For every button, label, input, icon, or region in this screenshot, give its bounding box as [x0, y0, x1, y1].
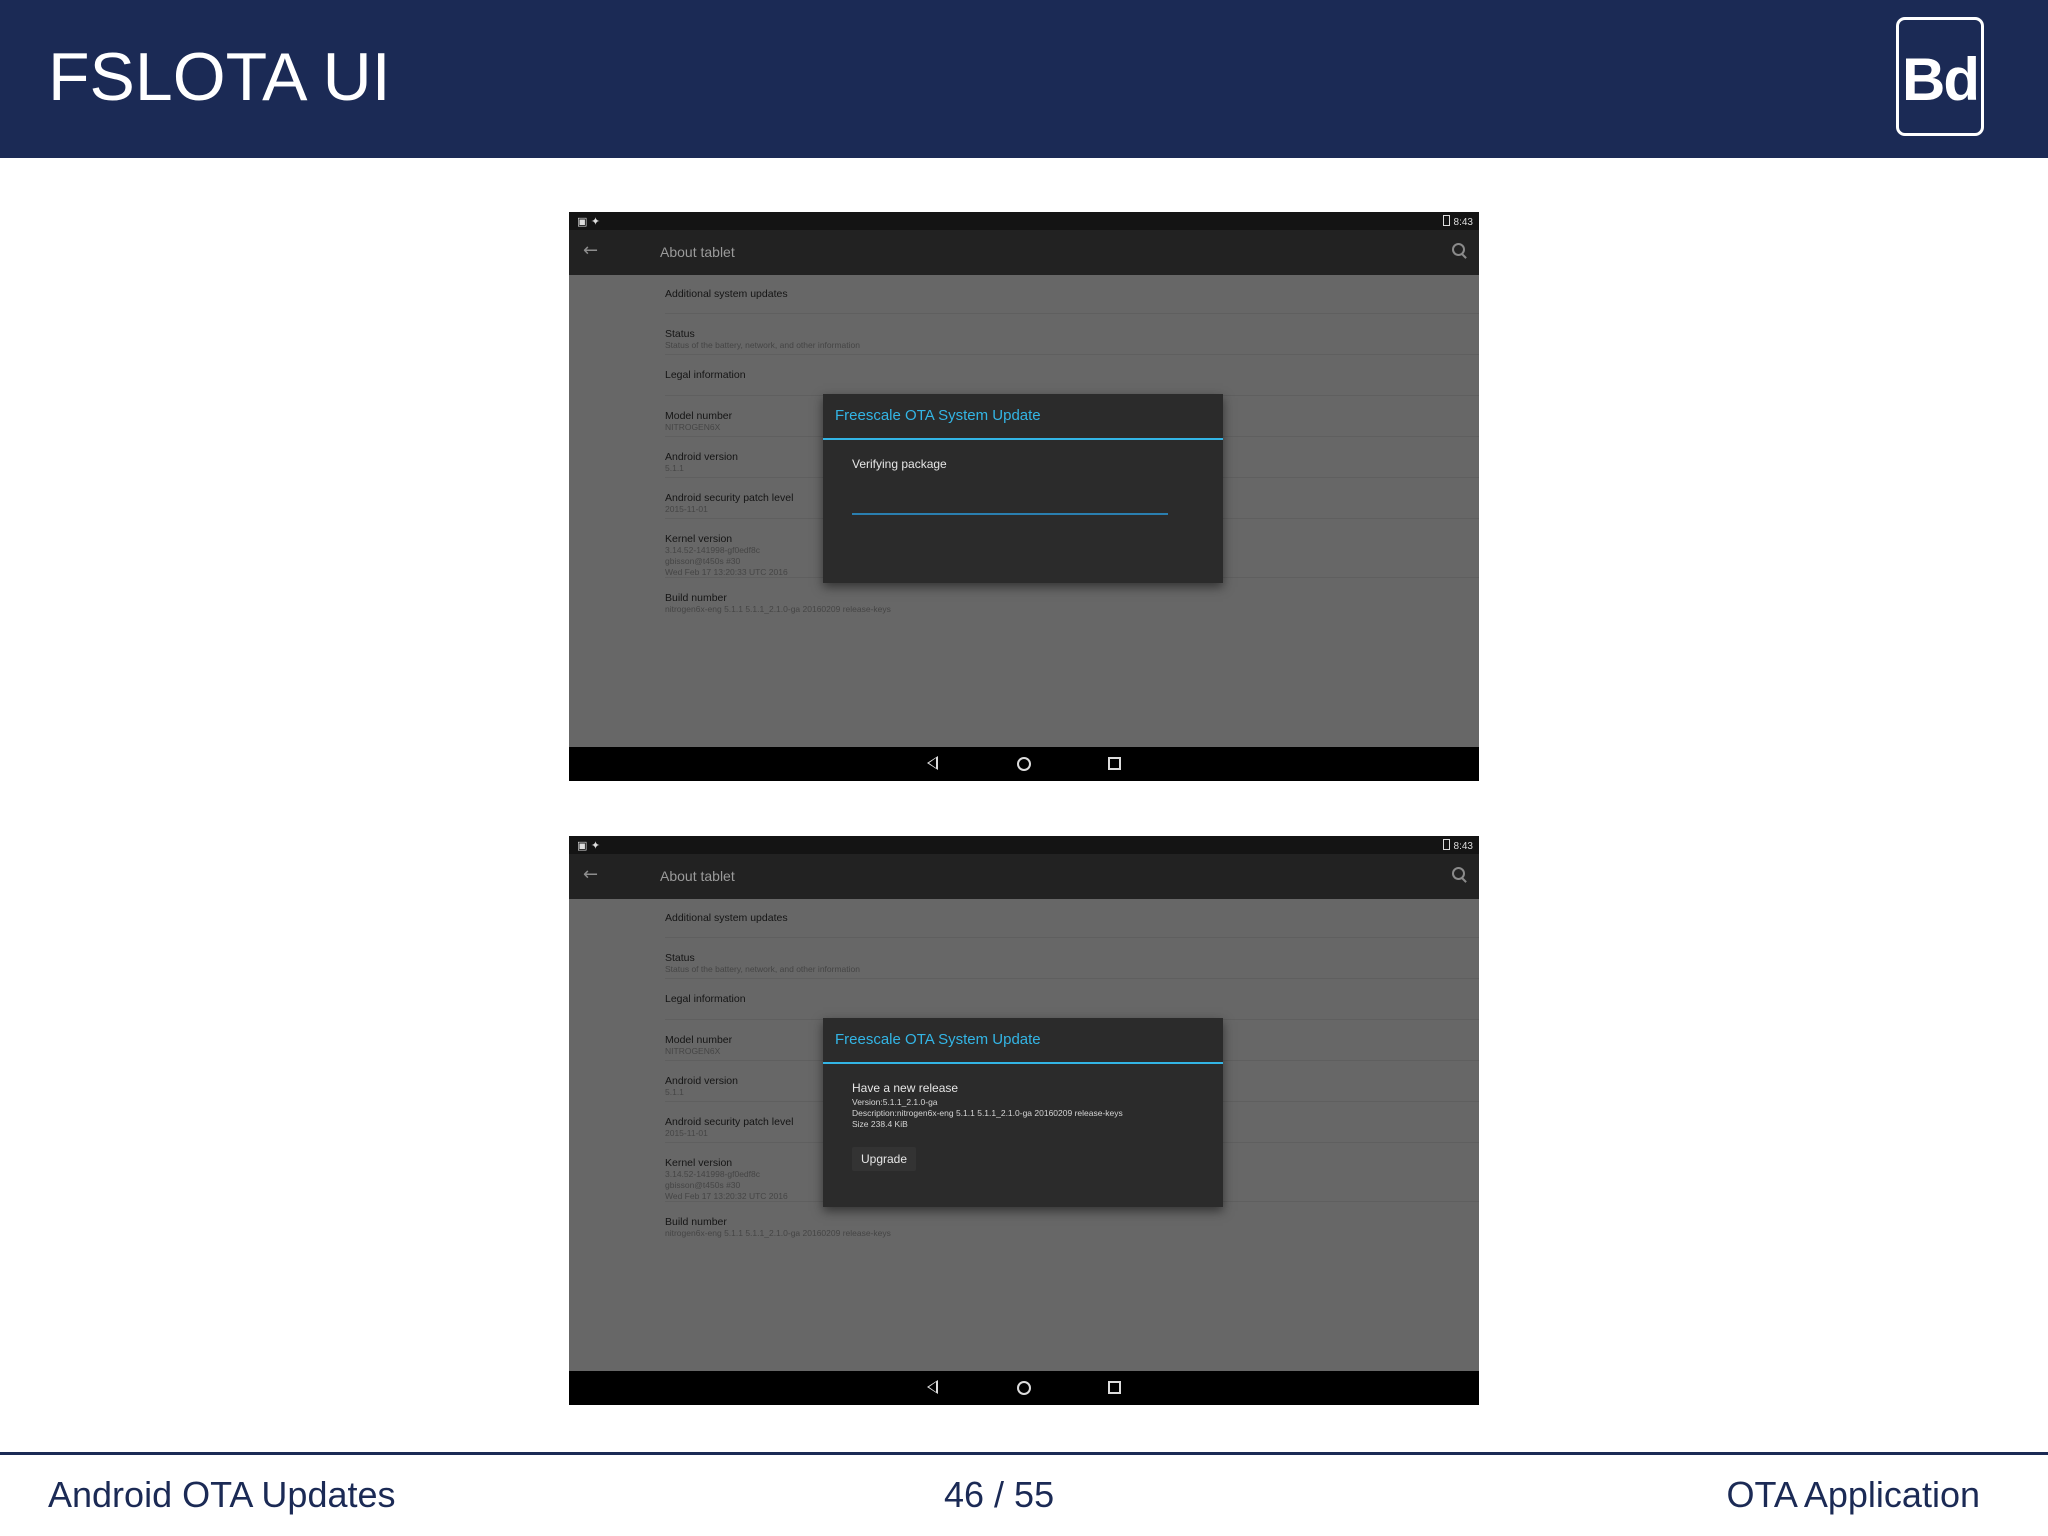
- upgrade-button[interactable]: Upgrade: [852, 1147, 917, 1171]
- pref-title: Additional system updates: [665, 288, 788, 300]
- pref-title: Status: [665, 328, 695, 340]
- pref-status[interactable]: Status Status of the battery, network, an…: [665, 938, 1479, 979]
- slide-header: FSLOTA UI Bd: [0, 0, 2048, 158]
- ota-dialog: Freescale OTA System Update Verifying pa…: [823, 394, 1223, 583]
- arrow-left-icon[interactable]: ←: [583, 240, 598, 261]
- nav-recents-icon[interactable]: [1108, 757, 1121, 770]
- nav-recents-icon[interactable]: [1108, 1381, 1121, 1394]
- status-time: 8:43: [1453, 841, 1473, 852]
- pref-build[interactable]: Build number nitrogen6x-eng 5.1.1 5.1.1_2…: [665, 578, 1479, 618]
- notification-icons: ▣ ✦: [577, 839, 601, 852]
- pref-summary: Status of the battery, network, and othe…: [665, 964, 860, 974]
- tablet-screenshot-new-release: ▣ ✦ 8:43 ← About tablet Additional syste…: [569, 836, 1479, 1405]
- navigation-bar: [569, 1371, 1479, 1405]
- pref-summary: Status of the battery, network, and othe…: [665, 340, 860, 350]
- arrow-left-icon[interactable]: ←: [583, 864, 598, 885]
- pref-build[interactable]: Build number nitrogen6x-eng 5.1.1 5.1.1_2…: [665, 1202, 1479, 1242]
- status-time: 8:43: [1453, 217, 1473, 228]
- pref-additional-updates[interactable]: Additional system updates: [665, 275, 1479, 314]
- boundary-devices-logo: Bd: [1896, 17, 1984, 136]
- pref-title: Legal information: [665, 369, 746, 381]
- notification-icons: ▣ ✦: [577, 215, 601, 228]
- pref-title: Status: [665, 952, 695, 964]
- navigation-bar: [569, 747, 1479, 781]
- pref-additional-updates[interactable]: Additional system updates: [665, 899, 1479, 938]
- footer-section-title: OTA Application: [1726, 1474, 1980, 1515]
- nav-home-icon[interactable]: [1017, 1381, 1031, 1395]
- dialog-title: Freescale OTA System Update: [823, 1018, 1223, 1064]
- slide-title: FSLOTA UI: [48, 39, 391, 115]
- status-bar: ▣ ✦ 8:43: [569, 212, 1479, 230]
- nav-back-icon[interactable]: [927, 756, 938, 770]
- release-details: Version:5.1.1_2.1.0-ga Description:nitro…: [852, 1097, 1123, 1129]
- app-bar: ← About tablet: [569, 854, 1479, 899]
- appbar-title: About tablet: [660, 244, 735, 260]
- status-bar: ▣ ✦ 8:43: [569, 836, 1479, 854]
- battery-icon: [1442, 839, 1450, 850]
- pref-title: Legal information: [665, 993, 746, 1005]
- nav-home-icon[interactable]: [1017, 757, 1031, 771]
- appbar-title: About tablet: [660, 868, 735, 884]
- ota-dialog: Freescale OTA System Update Have a new r…: [823, 1018, 1223, 1207]
- search-icon[interactable]: [1452, 243, 1465, 256]
- pref-summary: nitrogen6x-eng 5.1.1 5.1.1_2.1.0-ga 2016…: [665, 604, 891, 614]
- pref-summary: nitrogen6x-eng 5.1.1 5.1.1_2.1.0-ga 2016…: [665, 1228, 891, 1238]
- dialog-message: Have a new release: [852, 1081, 959, 1095]
- app-bar: ← About tablet: [569, 230, 1479, 275]
- pref-legal[interactable]: Legal information: [665, 355, 1479, 396]
- progress-bar: [852, 513, 1168, 515]
- dialog-message: Verifying package: [852, 457, 947, 471]
- dialog-title: Freescale OTA System Update: [823, 394, 1223, 440]
- footer-divider: [0, 1452, 2048, 1455]
- pref-status[interactable]: Status Status of the battery, network, an…: [665, 314, 1479, 355]
- search-icon[interactable]: [1452, 867, 1465, 880]
- nav-back-icon[interactable]: [927, 1380, 938, 1394]
- pref-title: Additional system updates: [665, 912, 788, 924]
- footer-page-number: 46 / 55: [944, 1474, 1055, 1515]
- battery-icon: [1442, 215, 1450, 226]
- pref-legal[interactable]: Legal information: [665, 979, 1479, 1020]
- tablet-screenshot-verifying: ▣ ✦ 8:43 ← About tablet Additional syste…: [569, 212, 1479, 781]
- footer-presentation-title: Android OTA Updates: [48, 1474, 396, 1515]
